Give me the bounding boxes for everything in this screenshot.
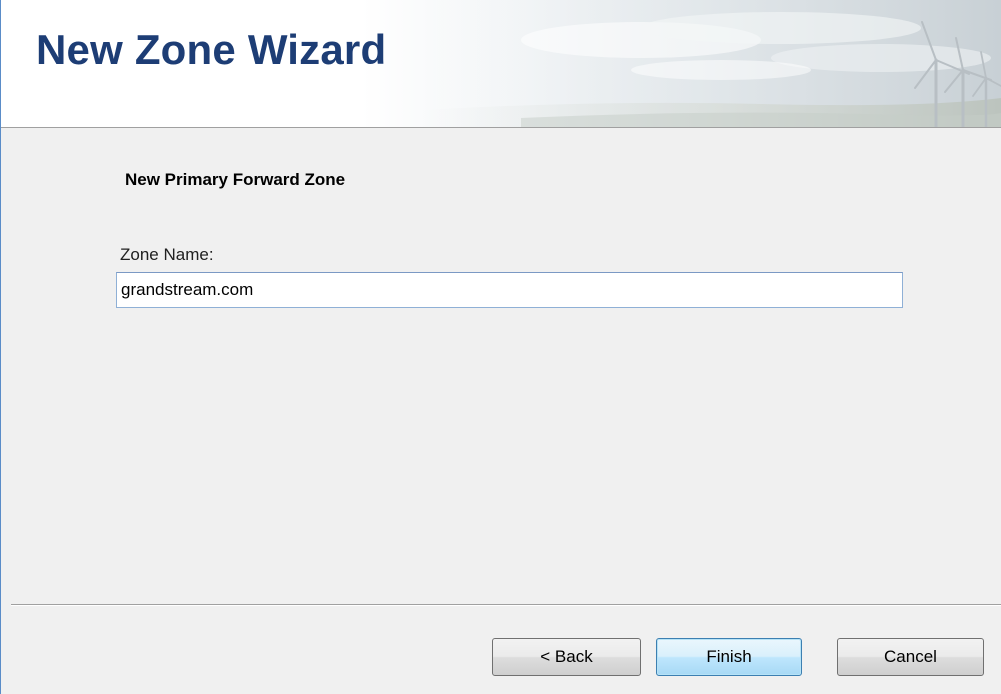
footer-divider: [11, 604, 1001, 606]
zone-name-input[interactable]: [116, 272, 903, 308]
wizard-window: New Zone Wizard New Primary Forward Zone…: [0, 0, 1001, 694]
wizard-title: New Zone Wizard: [36, 26, 387, 73]
finish-button[interactable]: Finish: [656, 638, 802, 676]
wizard-content: New Primary Forward Zone Zone Name:: [1, 128, 1001, 604]
back-button[interactable]: < Back: [492, 638, 641, 676]
zone-name-label: Zone Name:: [120, 245, 214, 264]
wizard-banner: New Zone Wizard: [1, 0, 1001, 128]
cancel-button[interactable]: Cancel: [837, 638, 984, 676]
section-title: New Primary Forward Zone: [125, 170, 346, 189]
